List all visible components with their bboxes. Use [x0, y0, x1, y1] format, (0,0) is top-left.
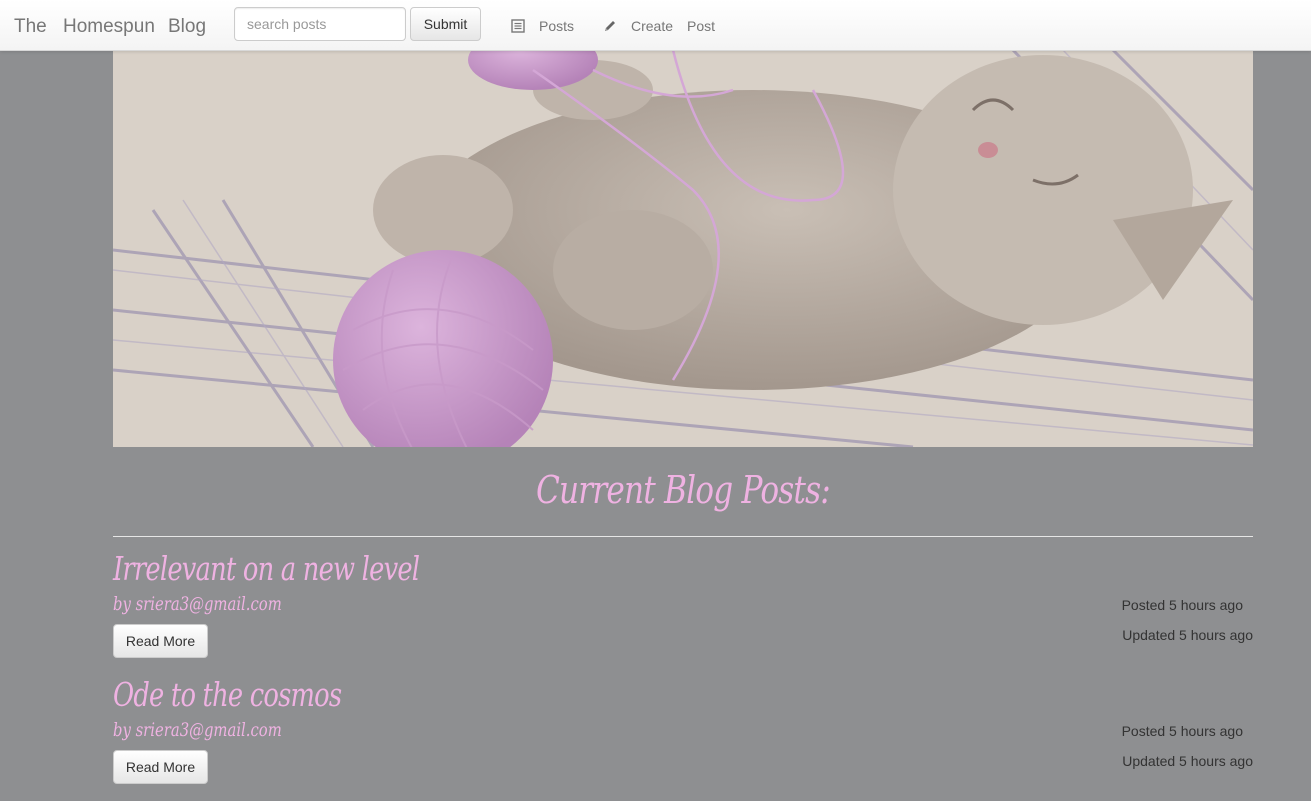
- post-item: Ode to the cosmos by sriera3@gmail.com R…: [113, 675, 1253, 801]
- read-more-button[interactable]: Read More: [113, 750, 208, 784]
- post-posted-time: Posted 5 hours ago: [1121, 723, 1243, 739]
- post-author: by sriera3@gmail.com: [113, 593, 282, 615]
- nav-posts-link[interactable]: Posts: [511, 18, 574, 34]
- nav-create-word: Create: [631, 18, 674, 34]
- search-input[interactable]: [234, 7, 406, 41]
- nav-create-post-link[interactable]: Create Post: [603, 18, 715, 34]
- read-more-button[interactable]: Read More: [113, 624, 208, 658]
- post-title[interactable]: Ode to the cosmos: [113, 675, 342, 714]
- post-author: by sriera3@gmail.com: [113, 719, 282, 741]
- list-icon: [511, 19, 525, 33]
- brand-word-homespun[interactable]: Homespun: [63, 16, 155, 38]
- post-updated-time: Updated 5 hours ago: [1122, 753, 1253, 769]
- section-title: Current Blog Posts:: [535, 468, 831, 512]
- pencil-icon: [603, 19, 617, 33]
- navbar: The Homespun Blog Submit Posts Create Po…: [0, 0, 1311, 51]
- post-title[interactable]: Irrelevant on a new level: [113, 549, 420, 588]
- post-posted-time: Posted 5 hours ago: [1121, 597, 1243, 613]
- submit-button[interactable]: Submit: [410, 7, 481, 41]
- brand-word-the[interactable]: The: [14, 16, 47, 38]
- section-divider: [113, 536, 1253, 537]
- nav-post-word: Post: [687, 18, 716, 34]
- hero-kitten-image: [113, 50, 1253, 447]
- post-item: Irrelevant on a new level by sriera3@gma…: [113, 549, 1253, 675]
- nav-posts-label: Posts: [539, 18, 575, 34]
- brand-word-blog[interactable]: Blog: [168, 16, 206, 38]
- post-updated-time: Updated 5 hours ago: [1122, 627, 1253, 643]
